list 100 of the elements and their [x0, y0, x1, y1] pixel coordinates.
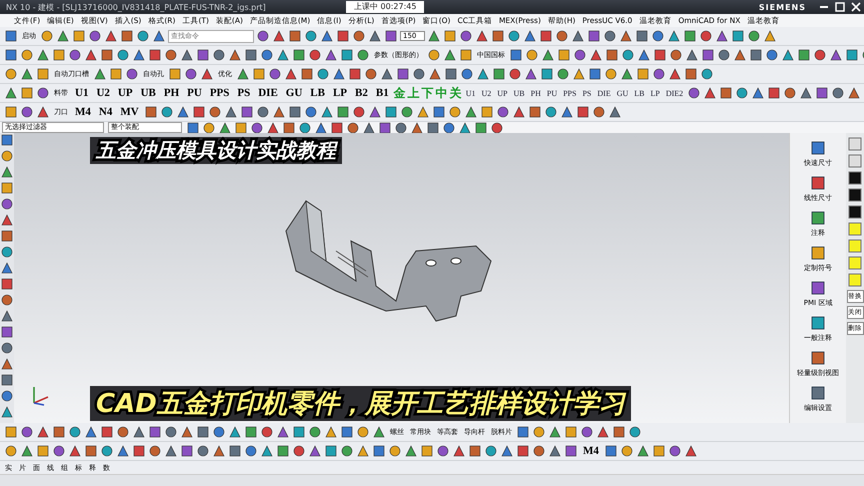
- tool-icon[interactable]: [52, 425, 66, 439]
- tool-icon[interactable]: [212, 444, 226, 458]
- tool-icon[interactable]: [459, 29, 474, 43]
- tool-icon[interactable]: [684, 444, 698, 458]
- toolbar-button[interactable]: PU: [184, 87, 205, 99]
- tool-icon[interactable]: [747, 29, 762, 43]
- tool-icon[interactable]: [394, 120, 408, 134]
- tool-icon[interactable]: [621, 48, 635, 62]
- tool-icon[interactable]: [340, 444, 354, 458]
- tool-icon[interactable]: [282, 120, 296, 134]
- tool-icon[interactable]: [751, 86, 766, 100]
- tool-icon[interactable]: [432, 105, 446, 119]
- tool-icon[interactable]: [733, 48, 747, 62]
- tool-icon[interactable]: [356, 48, 370, 62]
- toolbar-button[interactable]: LB: [632, 88, 646, 98]
- tool-icon[interactable]: [468, 444, 482, 458]
- tool-icon[interactable]: [699, 29, 714, 43]
- tool-icon[interactable]: [84, 444, 98, 458]
- tool-icon[interactable]: [474, 120, 488, 134]
- tool-icon[interactable]: [436, 444, 450, 458]
- tool-icon[interactable]: [240, 105, 254, 119]
- tool-icon[interactable]: [100, 444, 114, 458]
- tool-icon[interactable]: [781, 48, 795, 62]
- tool-icon[interactable]: [288, 105, 302, 119]
- tool-icon[interactable]: [212, 48, 226, 62]
- annotation-tool-icon[interactable]: [809, 244, 827, 262]
- tool-icon[interactable]: [292, 48, 306, 62]
- tool-icon[interactable]: [304, 105, 318, 119]
- tool-icon[interactable]: [256, 29, 270, 43]
- tool-icon[interactable]: [272, 105, 286, 119]
- tool-icon[interactable]: [612, 425, 626, 439]
- tool-icon[interactable]: [324, 425, 338, 439]
- tool-icon[interactable]: [636, 444, 650, 458]
- tool-icon[interactable]: [620, 67, 634, 81]
- tool-icon[interactable]: [528, 105, 542, 119]
- toolbar-button[interactable]: LP: [648, 88, 662, 98]
- tool-icon[interactable]: [428, 67, 442, 81]
- tool-icon[interactable]: [125, 67, 139, 81]
- annotation-tool-icon[interactable]: [809, 139, 827, 157]
- tool-icon[interactable]: [605, 48, 619, 62]
- tool-icon[interactable]: [509, 48, 523, 62]
- tool-icon[interactable]: [4, 29, 18, 43]
- tool-icon[interactable]: [336, 105, 350, 119]
- tool-icon[interactable]: [93, 67, 107, 81]
- tool-icon[interactable]: [507, 29, 522, 43]
- tool-icon[interactable]: [476, 67, 490, 81]
- tool-icon[interactable]: [164, 48, 178, 62]
- tool-icon[interactable]: [813, 48, 827, 62]
- tool-icon[interactable]: [236, 67, 250, 81]
- tool-icon[interactable]: [731, 29, 746, 43]
- tool-icon[interactable]: [587, 29, 602, 43]
- tool-icon[interactable]: [340, 48, 354, 62]
- tool-icon[interactable]: [186, 120, 200, 134]
- tool-icon[interactable]: [144, 105, 158, 119]
- toolbar-button[interactable]: PPS: [561, 88, 578, 98]
- toolbar-button[interactable]: B2: [352, 87, 371, 99]
- tool-icon[interactable]: [148, 444, 162, 458]
- tool-icon[interactable]: [208, 105, 222, 119]
- tool-icon[interactable]: [20, 105, 34, 119]
- tool-icon[interactable]: [653, 48, 667, 62]
- tool-icon[interactable]: [184, 67, 198, 81]
- tool-icon[interactable]: [555, 29, 570, 43]
- toolbar-button[interactable]: UP: [495, 88, 510, 98]
- tool-icon[interactable]: [571, 29, 586, 43]
- tool-icon[interactable]: [300, 67, 314, 81]
- tool-icon[interactable]: [484, 444, 498, 458]
- tool-icon[interactable]: [368, 105, 382, 119]
- tool-icon[interactable]: [260, 444, 274, 458]
- tool-icon[interactable]: [0, 149, 14, 163]
- tool-icon[interactable]: [152, 29, 166, 43]
- tool-icon[interactable]: [320, 105, 334, 119]
- tool-icon[interactable]: [540, 67, 554, 81]
- tool-icon[interactable]: [717, 48, 731, 62]
- tool-icon[interactable]: [491, 29, 506, 43]
- tool-icon[interactable]: [384, 29, 398, 43]
- tool-icon[interactable]: [68, 444, 82, 458]
- annotation-tool-icon[interactable]: [809, 384, 827, 402]
- tool-icon[interactable]: [749, 48, 763, 62]
- tool-icon[interactable]: [500, 444, 514, 458]
- tool-icon[interactable]: [316, 67, 330, 81]
- tool-icon[interactable]: [20, 425, 34, 439]
- tool-icon[interactable]: [448, 105, 462, 119]
- tool-icon[interactable]: [0, 133, 14, 147]
- tool-icon[interactable]: [260, 425, 274, 439]
- tool-icon[interactable]: [0, 373, 14, 387]
- tool-icon[interactable]: [244, 444, 258, 458]
- toolbar-button[interactable]: UB: [138, 87, 159, 99]
- tool-icon[interactable]: [4, 48, 18, 62]
- tool-icon[interactable]: [635, 29, 650, 43]
- toolbar-button[interactable]: PS: [580, 88, 594, 98]
- tool-icon[interactable]: [0, 389, 14, 403]
- tool-icon[interactable]: [228, 425, 242, 439]
- tool-icon[interactable]: [516, 425, 530, 439]
- tool-icon[interactable]: [136, 29, 150, 43]
- tool-icon[interactable]: [244, 425, 258, 439]
- tool-icon[interactable]: [224, 105, 238, 119]
- tool-icon[interactable]: [576, 105, 590, 119]
- toolbar-button[interactable]: DIE2: [664, 88, 686, 98]
- tool-icon[interactable]: [845, 48, 859, 62]
- toolbar-button[interactable]: GU: [282, 87, 306, 99]
